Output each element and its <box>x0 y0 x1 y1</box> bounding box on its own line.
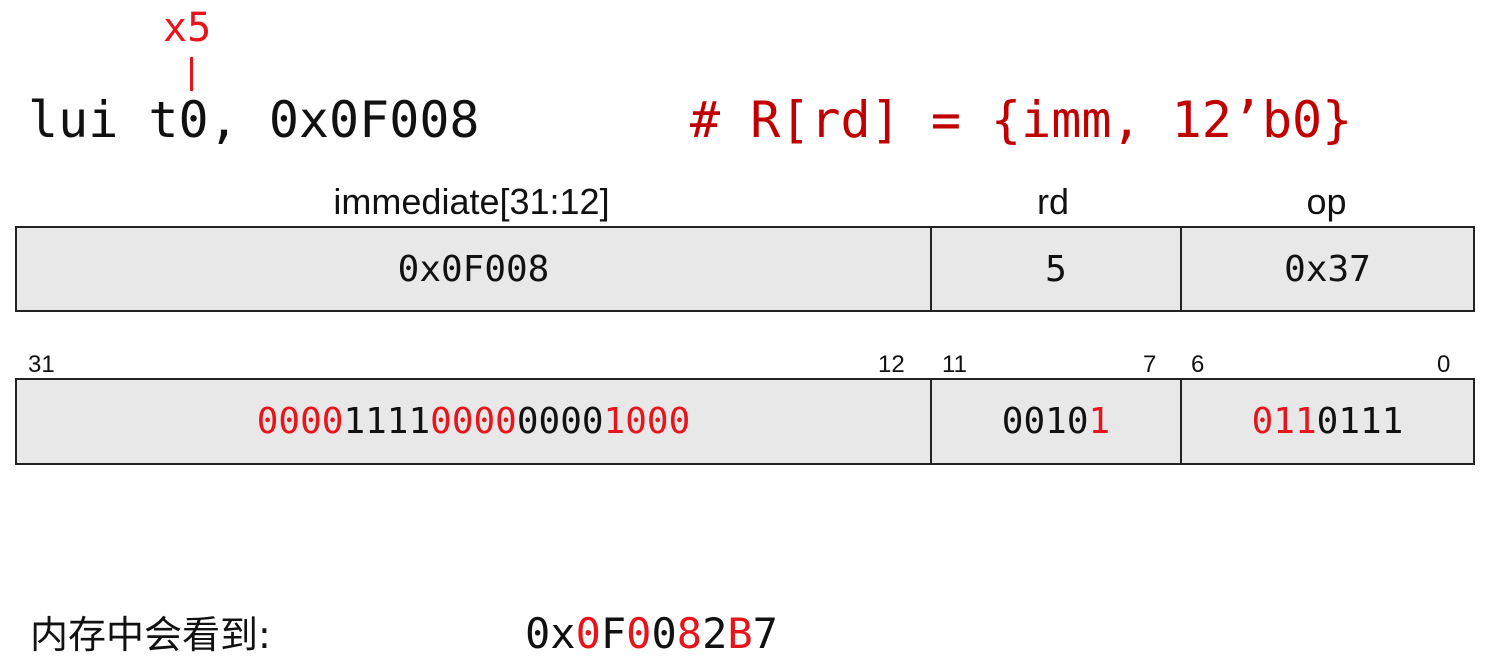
memory-hex-segment-0: 0x <box>525 609 576 658</box>
field-value-rd: 5 <box>930 228 1180 310</box>
field-values-row: 0x0F008 5 0x37 <box>15 226 1475 312</box>
register-name-label: x5 <box>163 5 212 51</box>
memory-hex-segment-5: 8 <box>676 609 703 658</box>
imm-bit-group-3: 0000 <box>516 401 604 442</box>
field-value-immediate: 0x0F008 <box>17 228 930 310</box>
field-header-op: op <box>1306 181 1347 222</box>
op-bit-group-1: 0111 <box>1316 401 1404 442</box>
binary-op: 011 0111 <box>1180 380 1473 463</box>
memory-value: 0x0F0082B7 <box>525 610 778 658</box>
memory-hex-segment-7: B <box>727 609 753 658</box>
instruction-text: lui t0, 0x0F008 <box>28 91 480 149</box>
memory-hex-segment-8: 7 <box>752 609 778 658</box>
memory-hex-segment-3: 0 <box>626 609 652 658</box>
field-header-rd: rd <box>1036 181 1069 222</box>
rd-bit-group-1: 1 <box>1088 401 1111 442</box>
binary-rd: 0010 1 <box>930 380 1180 463</box>
bit-number-7: 7 <box>1143 351 1157 378</box>
field-value-op: 0x37 <box>1180 228 1473 310</box>
op-bit-group-0: 011 <box>1251 401 1317 442</box>
bit-number-0: 0 <box>1437 351 1451 378</box>
memory-hex-segment-2: F <box>600 609 627 658</box>
binary-immediate: 0000 1111 0000 0000 1000 <box>17 380 930 463</box>
memory-hex-segment-6: 2 <box>702 609 728 658</box>
field-header-immediate: immediate[31:12] <box>333 181 610 222</box>
memory-hex-segment-1: 0 <box>575 609 601 658</box>
bit-number-6: 6 <box>1191 351 1205 378</box>
memory-hex-segment-4: 0 <box>651 609 677 658</box>
imm-bit-group-1: 1111 <box>343 401 431 442</box>
memory-label: 内存中会看到: <box>30 613 271 657</box>
imm-bit-group-2: 0000 <box>430 401 517 442</box>
instruction-comment: # R[rd] = {imm, 12’b0} <box>690 91 1353 149</box>
rd-bit-group-0: 0010 <box>1001 401 1089 442</box>
binary-encoding-row: 0000 1111 0000 0000 1000 0010 1 011 0111 <box>15 378 1475 465</box>
imm-bit-group-4: 1000 <box>603 401 691 442</box>
bit-number-12: 12 <box>878 351 905 378</box>
bit-number-11: 11 <box>942 351 967 378</box>
bit-number-31: 31 <box>28 351 55 378</box>
imm-bit-group-0: 0000 <box>256 401 344 442</box>
register-pointer-line <box>190 57 193 91</box>
